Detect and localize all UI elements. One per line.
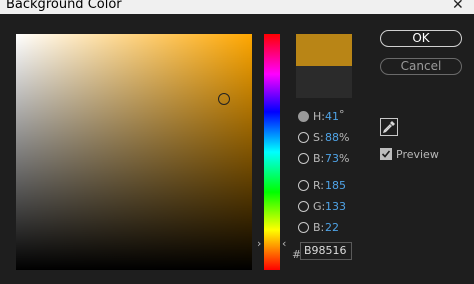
brightness-label: B:	[313, 152, 325, 165]
hue-slider-right-arrow-icon[interactable]: ‹	[282, 238, 286, 249]
checkmark-icon	[381, 150, 391, 158]
saturation-unit: %	[339, 131, 350, 144]
blue-label: B:	[313, 221, 325, 234]
new-color-swatch	[296, 34, 352, 66]
radio-green[interactable]	[298, 201, 309, 212]
hue-value[interactable]: 41	[325, 110, 339, 123]
window-title: Background Color	[6, 0, 122, 12]
original-color-swatch[interactable]	[296, 66, 352, 98]
radio-red[interactable]	[298, 180, 309, 191]
radio-saturation[interactable]	[298, 132, 309, 143]
hue-unit: °	[339, 108, 345, 121]
eyedropper-icon	[382, 121, 395, 134]
color-field-marker[interactable]	[218, 93, 230, 105]
eyedropper-button[interactable]	[380, 118, 398, 136]
hue-slider-left-arrow-icon[interactable]: ›	[257, 238, 261, 249]
saturation-brightness-field[interactable]	[16, 34, 252, 270]
radio-hue[interactable]	[298, 111, 309, 122]
radio-blue[interactable]	[298, 222, 309, 233]
hex-input[interactable]: B98516	[300, 242, 352, 260]
preview-label: Preview	[396, 148, 439, 161]
ok-button[interactable]: OK	[380, 30, 462, 47]
saturation-value[interactable]: 88	[325, 131, 339, 144]
preview-checkbox[interactable]	[380, 148, 392, 160]
hue-label: H:	[313, 110, 325, 123]
blue-value[interactable]: 22	[325, 221, 339, 234]
brightness-unit: %	[339, 152, 350, 165]
green-value[interactable]: 133	[325, 200, 346, 213]
hue-slider[interactable]	[264, 34, 280, 270]
radio-brightness[interactable]	[298, 153, 309, 164]
close-icon[interactable]: ✕	[452, 0, 464, 14]
brightness-value[interactable]: 73	[325, 152, 339, 165]
saturation-label: S:	[313, 131, 324, 144]
cancel-button[interactable]: Cancel	[380, 58, 462, 75]
green-label: G:	[313, 200, 326, 213]
red-value[interactable]: 185	[325, 179, 346, 192]
red-label: R:	[313, 179, 325, 192]
